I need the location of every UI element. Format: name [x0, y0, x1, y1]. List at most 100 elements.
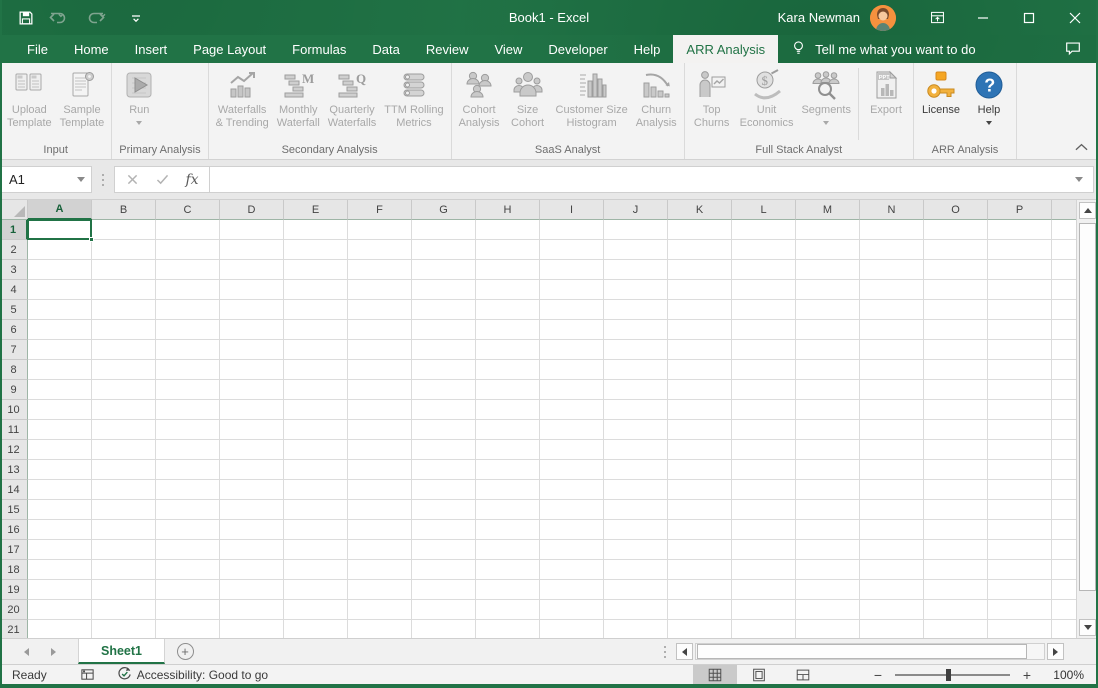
page-layout-view-button[interactable] — [737, 665, 781, 685]
cell-g11[interactable] — [412, 420, 476, 440]
cell-l15[interactable] — [732, 500, 796, 520]
column-header-l[interactable]: L — [732, 200, 796, 220]
column-header-k[interactable]: K — [668, 200, 732, 220]
cell-l19[interactable] — [732, 580, 796, 600]
cell-p18[interactable] — [988, 560, 1052, 580]
cell-c16[interactable] — [156, 520, 220, 540]
cell-n6[interactable] — [860, 320, 924, 340]
cell-k1[interactable] — [668, 220, 732, 240]
cell-l18[interactable] — [732, 560, 796, 580]
cell-b13[interactable] — [92, 460, 156, 480]
cell-m17[interactable] — [796, 540, 860, 560]
cell-j10[interactable] — [604, 400, 668, 420]
cell-b20[interactable] — [92, 600, 156, 620]
cell-e12[interactable] — [284, 440, 348, 460]
cell-a14[interactable] — [28, 480, 92, 500]
column-header-b[interactable]: B — [92, 200, 156, 220]
cell-h8[interactable] — [476, 360, 540, 380]
cell-g19[interactable] — [412, 580, 476, 600]
cell-k4[interactable] — [668, 280, 732, 300]
cell-n13[interactable] — [860, 460, 924, 480]
zoom-level[interactable]: 100% — [1040, 668, 1090, 682]
cell-l1[interactable] — [732, 220, 796, 240]
customize-quick-access-icon[interactable] — [126, 8, 146, 28]
cell-c12[interactable] — [156, 440, 220, 460]
cell-p11[interactable] — [988, 420, 1052, 440]
cell-l17[interactable] — [732, 540, 796, 560]
cell-i5[interactable] — [540, 300, 604, 320]
cell-b12[interactable] — [92, 440, 156, 460]
cell-n19[interactable] — [860, 580, 924, 600]
column-header-j[interactable]: J — [604, 200, 668, 220]
cell-o16[interactable] — [924, 520, 988, 540]
cell-f16[interactable] — [348, 520, 412, 540]
cell-c8[interactable] — [156, 360, 220, 380]
cell-b9[interactable] — [92, 380, 156, 400]
cell-k14[interactable] — [668, 480, 732, 500]
account-area[interactable]: Kara Newman — [778, 5, 896, 31]
zoom-slider-thumb[interactable] — [946, 669, 951, 681]
cell-o19[interactable] — [924, 580, 988, 600]
cell-b21[interactable] — [92, 620, 156, 638]
cell-n16[interactable] — [860, 520, 924, 540]
cell-h12[interactable] — [476, 440, 540, 460]
zoom-slider[interactable] — [895, 674, 1010, 676]
cell-g7[interactable] — [412, 340, 476, 360]
zoom-out-button[interactable]: − — [865, 667, 891, 683]
cell-l9[interactable] — [732, 380, 796, 400]
cell-b8[interactable] — [92, 360, 156, 380]
cell-o18[interactable] — [924, 560, 988, 580]
cell-a17[interactable] — [28, 540, 92, 560]
cell-i15[interactable] — [540, 500, 604, 520]
cell-e21[interactable] — [284, 620, 348, 638]
cell-b11[interactable] — [92, 420, 156, 440]
cell-j16[interactable] — [604, 520, 668, 540]
cell-n18[interactable] — [860, 560, 924, 580]
scroll-up-icon[interactable] — [1079, 202, 1096, 219]
cell-c9[interactable] — [156, 380, 220, 400]
cell-g8[interactable] — [412, 360, 476, 380]
minimize-button[interactable] — [960, 0, 1006, 35]
cell-n11[interactable] — [860, 420, 924, 440]
cell-f19[interactable] — [348, 580, 412, 600]
cell-j3[interactable] — [604, 260, 668, 280]
cell-f11[interactable] — [348, 420, 412, 440]
cell-m3[interactable] — [796, 260, 860, 280]
tab-arr-analysis[interactable]: ARR Analysis — [673, 35, 778, 63]
cell-n7[interactable] — [860, 340, 924, 360]
cell-j7[interactable] — [604, 340, 668, 360]
cell-p21[interactable] — [988, 620, 1052, 638]
cell-a16[interactable] — [28, 520, 92, 540]
cell-g3[interactable] — [412, 260, 476, 280]
cell-d18[interactable] — [220, 560, 284, 580]
tab-file[interactable]: File — [14, 35, 61, 63]
cell-p2[interactable] — [988, 240, 1052, 260]
cell-p7[interactable] — [988, 340, 1052, 360]
cell-a19[interactable] — [28, 580, 92, 600]
column-header-g[interactable]: G — [412, 200, 476, 220]
cell-l7[interactable] — [732, 340, 796, 360]
cell-i3[interactable] — [540, 260, 604, 280]
cell-i10[interactable] — [540, 400, 604, 420]
cell-n3[interactable] — [860, 260, 924, 280]
cell-o21[interactable] — [924, 620, 988, 638]
cell-c17[interactable] — [156, 540, 220, 560]
cell-a7[interactable] — [28, 340, 92, 360]
cell-f14[interactable] — [348, 480, 412, 500]
cell-g14[interactable] — [412, 480, 476, 500]
cell-k6[interactable] — [668, 320, 732, 340]
column-header-p[interactable]: P — [988, 200, 1052, 220]
ribbon-display-options-icon[interactable] — [914, 0, 960, 35]
enter-icon[interactable] — [147, 168, 177, 191]
cell-i19[interactable] — [540, 580, 604, 600]
cell-l6[interactable] — [732, 320, 796, 340]
row-header-3[interactable]: 3 — [0, 260, 28, 280]
cell-l16[interactable] — [732, 520, 796, 540]
cell-d17[interactable] — [220, 540, 284, 560]
cell-e10[interactable] — [284, 400, 348, 420]
cell-l13[interactable] — [732, 460, 796, 480]
tab-view[interactable]: View — [481, 35, 535, 63]
cell-d7[interactable] — [220, 340, 284, 360]
cell-h3[interactable] — [476, 260, 540, 280]
horizontal-scroll-thumb[interactable] — [697, 644, 1027, 659]
